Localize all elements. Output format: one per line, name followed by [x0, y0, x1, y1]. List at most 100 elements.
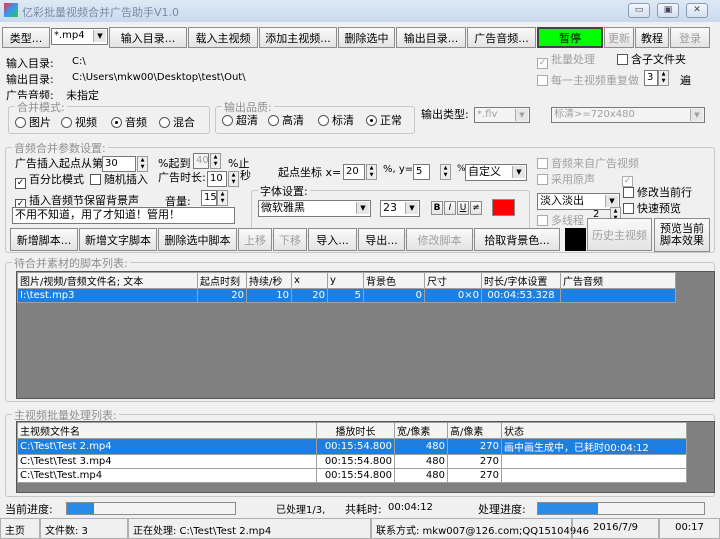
import-button[interactable]: 导入...	[308, 228, 357, 251]
bg-color-swatch[interactable]	[565, 228, 586, 251]
status-home[interactable]: 主页	[0, 518, 40, 539]
export-button[interactable]: 导出...	[358, 228, 405, 251]
maximize-button[interactable]: ▣	[657, 3, 679, 18]
bold-button[interactable]: B	[431, 201, 443, 215]
table-row[interactable]: C:\Test\Test 2.mp4 00:15:54.800 480 270 画中画生…	[17, 438, 687, 455]
transition-combo[interactable]: 淡入淡出 ▼	[537, 193, 620, 210]
tutorial-button[interactable]: 教程	[635, 27, 669, 48]
repeat-checkbox[interactable]: 每一主视频重复做	[537, 72, 639, 88]
radio-video[interactable]: 视频	[61, 114, 97, 130]
column-header[interactable]: 尺寸	[424, 272, 482, 289]
new-text-script-button[interactable]: 新增文字脚本	[79, 228, 157, 251]
pick-bg-color-button[interactable]: 拾取背景色...	[474, 228, 560, 251]
volume-input[interactable]: 15	[201, 190, 217, 206]
radio-standard[interactable]: 标清	[318, 112, 354, 128]
batch-checkbox[interactable]: ✓ 批量处理	[537, 51, 595, 69]
column-header[interactable]: 广告音频	[560, 272, 676, 289]
input-dir-label: 输入目录:	[6, 57, 54, 70]
column-header[interactable]: 背景色	[363, 272, 425, 289]
ad-audio-button[interactable]: 广告音频...	[467, 27, 536, 48]
radio-audio[interactable]: 音频	[111, 114, 147, 130]
ad-duration-input[interactable]: 10	[207, 171, 227, 187]
close-button[interactable]: ✕	[686, 3, 708, 18]
type-combo[interactable]: *.mp4 ▼	[51, 28, 108, 45]
use-original-checkbox[interactable]: 采用原声	[537, 171, 595, 187]
column-header[interactable]: 起点时刻	[197, 272, 247, 289]
column-header[interactable]: 状态	[501, 422, 687, 439]
radio-normal[interactable]: 正常	[366, 112, 402, 128]
output-format-combo[interactable]: *.flv ▼	[474, 107, 530, 123]
insert-start-spinner[interactable]: ▲ ▼	[137, 156, 148, 172]
move-down-button[interactable]: 下移	[273, 228, 307, 251]
percent-mode-checkbox[interactable]: ✓ 百分比模式	[15, 171, 84, 189]
radio-label: 混合	[173, 116, 195, 129]
repeat-spinner[interactable]: ▲ ▼	[658, 70, 669, 86]
input-dir-button[interactable]: 输入目录...	[109, 27, 187, 48]
to-input[interactable]: 40	[193, 153, 209, 169]
main-video-list[interactable]: 主视频文件名 播放时长 宽/像素 高/像素 状态 C:\Test\Test 2.mp4 0…	[16, 421, 715, 493]
underline-button[interactable]: U	[457, 201, 469, 215]
subfolder-checkbox[interactable]: 含子文件夹	[617, 51, 686, 67]
column-header[interactable]: 主视频文件名	[17, 422, 317, 439]
insert-start-input[interactable]: 30	[102, 156, 136, 172]
modify-row-checkbox[interactable]: 修改当前行	[623, 184, 692, 200]
x-spinner[interactable]: ▲ ▼	[366, 164, 377, 180]
ad-duration-spinner[interactable]: ▲ ▼	[228, 171, 239, 187]
multithread-checkbox[interactable]: 多线程	[537, 212, 584, 228]
status-time: 00:17	[659, 518, 720, 539]
script-list[interactable]: 图片/视频/音频文件名; 文本 起点时刻 持续/秒 x y 背景色 尺寸 时长/字体设置 广告音…	[16, 271, 715, 399]
table-row[interactable]: C:\Test\Test 3.mp4 00:15:54.800 480 270	[17, 454, 687, 469]
repeat-count-input[interactable]: 3	[644, 70, 658, 86]
new-script-button[interactable]: 新增脚本...	[10, 228, 78, 251]
radio-ultra[interactable]: 超清	[222, 112, 258, 128]
delete-script-button[interactable]: 删除选中脚本	[158, 228, 237, 251]
update-button[interactable]: 更新	[604, 27, 634, 48]
random-insert-checkbox[interactable]: 随机插入	[90, 171, 148, 187]
column-header[interactable]: x	[291, 272, 328, 289]
column-header[interactable]: 高/像素	[447, 422, 502, 439]
audio-from-ad-checkbox[interactable]: 音频来自广告视频	[537, 155, 639, 171]
to-spinner[interactable]: ▲ ▼	[210, 153, 221, 169]
load-main-video-button[interactable]: 载入主视频	[188, 27, 258, 48]
strikeout-button[interactable]: ≠	[470, 201, 482, 215]
table-row[interactable]: C:\Test\Test.mp4 00:15:54.800 480 270	[17, 468, 687, 483]
font-size-combo[interactable]: 23 ▼	[380, 200, 420, 217]
edit-script-button[interactable]: 修改脚本	[406, 228, 473, 251]
move-up-button[interactable]: 上移	[238, 228, 272, 251]
text-input[interactable]: 不用不知道，用了才知道！管用！	[12, 207, 235, 224]
y-input[interactable]: 5	[413, 164, 430, 180]
delete-selected-button[interactable]: 删除选中	[338, 27, 395, 48]
resolution-combo[interactable]: 标清>=720x480 ▼	[551, 107, 705, 123]
minimize-button[interactable]: ▭	[628, 3, 650, 18]
column-header[interactable]: 持续/秒	[246, 272, 292, 289]
preview-script-button[interactable]: 预览当前脚本效果	[654, 218, 710, 252]
font-name-combo[interactable]: 微软雅黑 ▼	[258, 200, 371, 217]
radio-high[interactable]: 高清	[268, 112, 304, 128]
chevron-down-icon: ▼	[356, 202, 369, 214]
y-spinner[interactable]: ▲ ▼	[440, 164, 451, 180]
column-header[interactable]: 播放时长	[316, 422, 395, 439]
column-header[interactable]: 图片/视频/音频文件名; 文本	[17, 272, 198, 289]
transition-value: 淡入淡出	[540, 194, 584, 207]
pause-button[interactable]: 暂停	[537, 27, 603, 48]
column-header[interactable]: 宽/像素	[394, 422, 448, 439]
column-header[interactable]: y	[327, 272, 364, 289]
font-color-swatch[interactable]	[492, 199, 515, 216]
type-button[interactable]: 类型...	[2, 27, 50, 48]
history-main-video-button[interactable]: 历史主视频	[587, 218, 652, 251]
italic-button[interactable]: I	[444, 201, 456, 215]
column-header[interactable]: 时长/字体设置	[481, 272, 561, 289]
position-preset-combo[interactable]: 自定义 ▼	[465, 164, 527, 181]
x-input[interactable]: 20	[343, 164, 365, 180]
output-dir-button[interactable]: 输出目录...	[396, 27, 466, 48]
coord-label: 起点坐标 x=	[278, 166, 342, 179]
volume-spinner[interactable]: ▲ ▼	[217, 190, 228, 206]
quick-preview-checkbox[interactable]: 快速预览	[623, 200, 681, 216]
cell: 270	[447, 454, 502, 469]
radio-image[interactable]: 图片	[15, 114, 51, 130]
add-main-video-button[interactable]: 添加主视频...	[259, 27, 337, 48]
table-row[interactable]: I:\test.mp3 20 10 20 5 0 0×0 00:04:53.328	[17, 288, 676, 303]
login-button[interactable]: 登录	[670, 27, 710, 48]
chevron-down-icon: ▼	[515, 109, 528, 121]
radio-mixed[interactable]: 混合	[159, 114, 195, 130]
